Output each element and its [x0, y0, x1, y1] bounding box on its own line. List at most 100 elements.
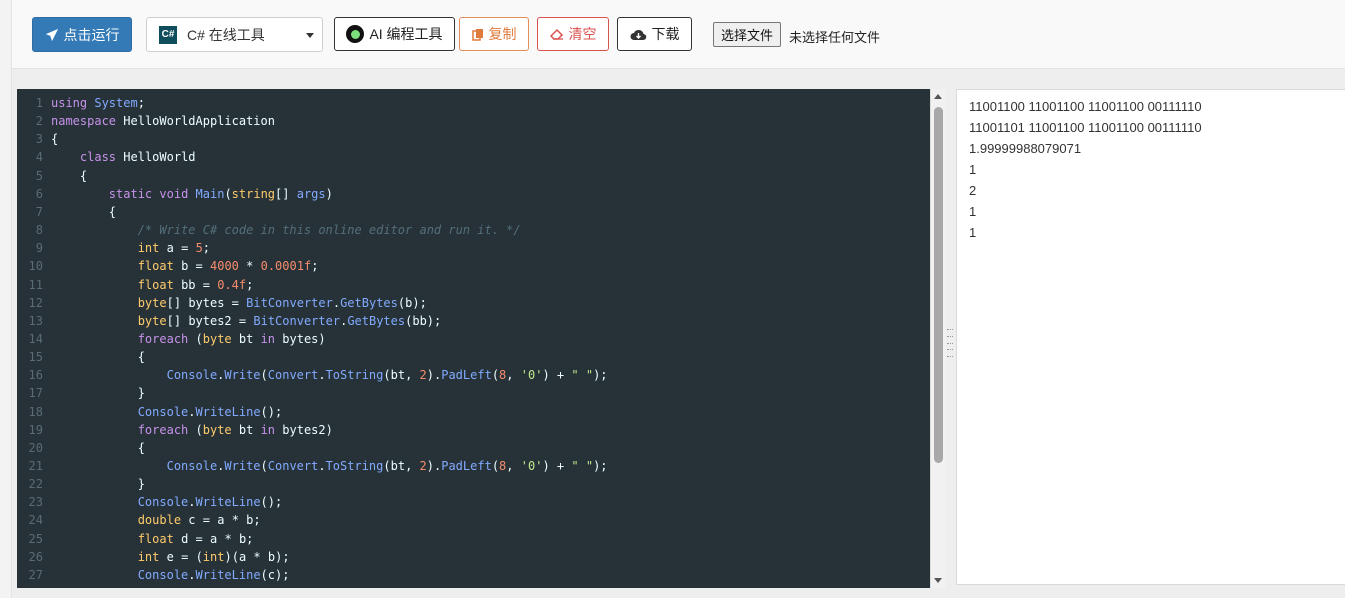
code-text: using System; [51, 96, 145, 110]
code-line: 4 class HelloWorld [17, 148, 196, 166]
download-label: 下载 [651, 26, 680, 42]
code-editor[interactable]: 1 using System; 2 namespace HelloWorldAppli… [17, 89, 930, 588]
download-button[interactable]: 下载 [617, 17, 692, 51]
code-line: 9 int a = 5; [17, 239, 210, 257]
output-panel: 11001100 11001100 11001100 00111110 11001… [956, 89, 1345, 585]
line-number: 25 [28, 531, 43, 546]
code-line: 27 Console.WriteLine(c); [17, 566, 290, 584]
line-number: 7 [35, 204, 43, 219]
code-text: { [79, 168, 88, 183]
code-line: 20 { [17, 439, 145, 457]
ai-tools-label: AI 编程工具 [369, 26, 443, 42]
output-line: 1 [969, 204, 977, 219]
code-line: 6 static void Main(string[] args) [17, 185, 333, 203]
language-select[interactable]: C# C# 在线工具 [146, 17, 323, 52]
output-line: 1 [969, 162, 977, 177]
code-text: static void Main(string[] args) [108, 186, 333, 201]
code-text: float bb = 0.4f; [137, 277, 254, 292]
code-text: byte[] bytes = BitConverter.GetBytes(b); [137, 295, 427, 310]
line-number: 17 [28, 386, 43, 401]
panel-splitter[interactable] [947, 329, 953, 359]
line-number: 21 [28, 459, 43, 473]
code-line: 19 foreach (byte bt in bytes2) [17, 421, 333, 439]
code-text: Console.WriteLine(); [137, 404, 283, 419]
code-line: 2 namespace HelloWorldApplication [17, 112, 275, 130]
line-number: 14 [28, 331, 43, 346]
code-text: byte[] bytes2 = BitConverter.GetBytes(bb… [137, 313, 442, 328]
line-number: 19 [28, 422, 43, 437]
line-number: 20 [28, 440, 43, 455]
code-text: { [51, 132, 59, 147]
scrollbar-thumb[interactable] [934, 107, 943, 463]
line-number: 8 [35, 223, 43, 238]
code-text: namespace HelloWorldApplication [51, 114, 275, 129]
language-select-value: C# 在线工具 [187, 26, 265, 43]
line-number: 13 [28, 313, 43, 328]
copy-label: 复制 [488, 26, 517, 42]
code-line: 7 { [17, 203, 116, 221]
line-number: 26 [28, 549, 43, 564]
code-line: 10 float b = 4000 * 0.0001f; [17, 257, 319, 275]
code-line: 16 Console.Write(Convert.ToString(bt, 2)… [17, 366, 608, 384]
scroll-up-icon[interactable] [934, 94, 942, 99]
code-line: 24 double c = a * b; [17, 511, 261, 529]
scroll-down-icon[interactable] [934, 578, 942, 583]
ai-tools-button[interactable]: AI 编程工具 [334, 17, 455, 51]
code-text: float b = 4000 * 0.0001f; [137, 259, 319, 274]
run-button[interactable]: 点击运行 [32, 17, 132, 52]
code-line: 26 int e = (int)(a * b); [17, 548, 290, 566]
code-line: 13 byte[] bytes2 = BitConverter.GetBytes… [17, 312, 442, 330]
line-number: 3 [35, 132, 43, 147]
send-icon [45, 28, 58, 41]
code-text: { [137, 440, 145, 455]
code-line: 23 Console.WriteLine(); [17, 493, 283, 511]
code-line: 25 float d = a * b; [17, 530, 254, 548]
code-text: /* Write C# code in this online editor a… [137, 223, 521, 238]
code-line: 3{ [17, 130, 58, 148]
code-text: foreach (byte bt in bytes2) [137, 422, 333, 437]
code-text: Console.Write(Convert.ToString(bt, 2).Pa… [166, 368, 608, 383]
line-number: 16 [28, 368, 43, 383]
clear-button[interactable]: 清空 [537, 17, 609, 51]
ai-logo-icon [346, 25, 365, 43]
choose-file-button[interactable]: 选择文件 [713, 22, 782, 47]
line-number: 27 [28, 567, 43, 582]
line-number: 10 [28, 259, 43, 274]
code-text: { [137, 350, 145, 365]
line-number: 18 [28, 404, 43, 419]
code-text: } [137, 386, 145, 401]
line-number: 5 [35, 168, 43, 183]
csharp-icon: C# [159, 25, 177, 44]
line-number: 9 [35, 241, 43, 256]
line-number: 22 [28, 477, 43, 492]
line-number: 11 [28, 277, 43, 292]
file-status: 未选择任何文件 [789, 30, 881, 45]
code-text: double c = a * b; [137, 513, 261, 528]
cloud-download-icon [630, 29, 646, 40]
line-number: 24 [28, 513, 43, 528]
editor-scrollbar[interactable] [930, 89, 946, 588]
code-text: float d = a * b; [137, 531, 254, 546]
line-number: 4 [35, 150, 43, 165]
code-text: class HelloWorld [79, 150, 196, 165]
line-number: 12 [28, 295, 43, 310]
line-number: 15 [28, 350, 43, 365]
code-line: 11 float bb = 0.4f; [17, 276, 254, 294]
code-line: 8 /* Write C# code in this online editor… [17, 221, 521, 239]
code-line: 1 using System; [17, 94, 145, 112]
output-line: 1 [969, 225, 977, 240]
code-line: 22 } [17, 475, 145, 493]
line-number: 2 [35, 114, 43, 129]
line-number: 6 [35, 186, 43, 201]
code-text: Console.WriteLine(); [137, 495, 283, 510]
clear-label: 清空 [568, 26, 597, 42]
copy-button[interactable]: 复制 [459, 17, 529, 51]
code-text: Console.WriteLine(c); [137, 567, 290, 582]
code-text: int a = 5; [137, 241, 211, 256]
code-line: 15 { [17, 348, 145, 366]
line-number: 1 [35, 96, 43, 110]
eraser-icon [549, 28, 563, 40]
code-text: Console.Write(Convert.ToString(bt, 2).Pa… [166, 459, 608, 473]
code-text: int e = (int)(a * b); [137, 549, 290, 564]
run-button-label: 点击运行 [63, 26, 120, 43]
